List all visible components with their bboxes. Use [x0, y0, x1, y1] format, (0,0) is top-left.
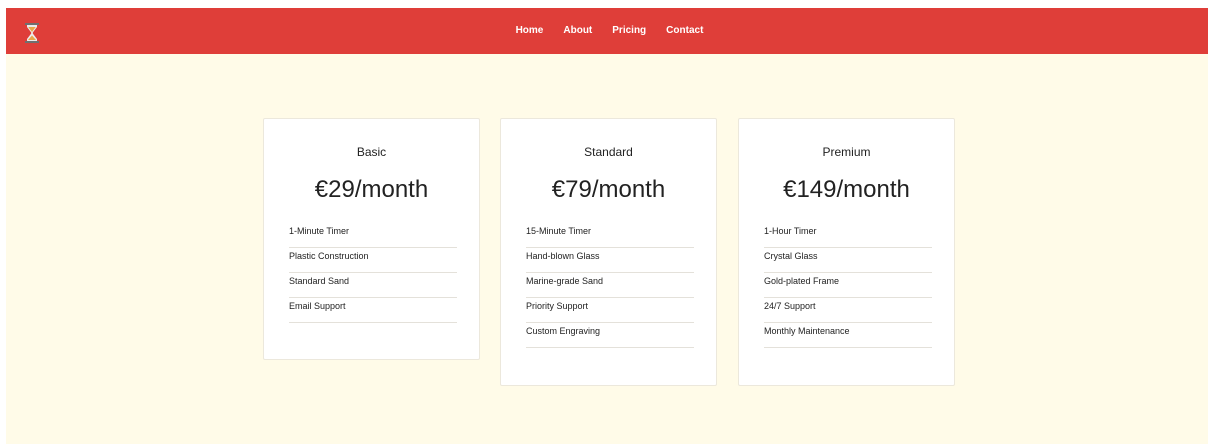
- feature-item: Crystal Glass: [764, 248, 932, 273]
- feature-item: Plastic Construction: [289, 248, 457, 273]
- plan-price: €29/month: [314, 176, 429, 203]
- feature-item: Hand-blown Glass: [526, 248, 694, 273]
- feature-list: 1-Minute Timer Plastic Construction Stan…: [289, 223, 457, 323]
- main-nav: Home About Pricing Contact: [6, 8, 1208, 54]
- feature-item: Gold-plated Frame: [764, 273, 932, 298]
- feature-item: Monthly Maintenance: [764, 323, 932, 348]
- plan-title: Premium: [822, 145, 871, 159]
- feature-list: 15-Minute Timer Hand-blown Glass Marine-…: [526, 223, 694, 348]
- nav-link-contact[interactable]: Contact: [666, 25, 703, 36]
- page: Home About Pricing Contact Basic €29/mon…: [6, 8, 1208, 444]
- feature-item: 24/7 Support: [764, 298, 932, 323]
- plan-price: €149/month: [783, 176, 910, 203]
- plan-price: €79/month: [551, 176, 666, 203]
- nav-link-pricing[interactable]: Pricing: [612, 25, 646, 36]
- feature-item: 15-Minute Timer: [526, 223, 694, 248]
- feature-list: 1-Hour Timer Crystal Glass Gold-plated F…: [764, 223, 932, 348]
- pricing-card-standard: Standard €79/month 15-Minute Timer Hand-…: [500, 118, 717, 386]
- feature-item: Email Support: [289, 298, 457, 323]
- feature-item: 1-Minute Timer: [289, 223, 457, 248]
- pricing-card-premium: Premium €149/month 1-Hour Timer Crystal …: [738, 118, 955, 386]
- feature-item: 1-Hour Timer: [764, 223, 932, 248]
- feature-item: Custom Engraving: [526, 323, 694, 348]
- nav-link-about[interactable]: About: [563, 25, 592, 36]
- feature-item: Priority Support: [526, 298, 694, 323]
- feature-item: Standard Sand: [289, 273, 457, 298]
- navbar: Home About Pricing Contact: [6, 8, 1208, 54]
- plan-title: Basic: [356, 145, 387, 159]
- nav-link-home[interactable]: Home: [516, 25, 544, 36]
- feature-item: Marine-grade Sand: [526, 273, 694, 298]
- pricing-card-basic: Basic €29/month 1-Minute Timer Plastic C…: [263, 118, 480, 360]
- plan-title: Standard: [584, 145, 633, 159]
